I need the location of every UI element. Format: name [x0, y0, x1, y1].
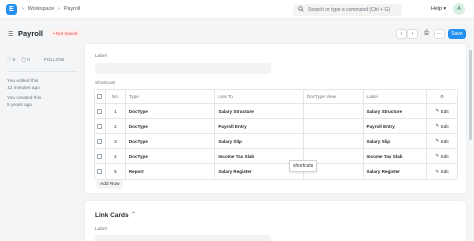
row-checkbox[interactable]: [97, 153, 103, 159]
table-row[interactable]: 3 DocType Salary Slip Salary Slip ✎ Edit: [95, 134, 457, 149]
more-icon: ···: [436, 31, 443, 37]
table-row[interactable]: 5 Report Salary Register Salary Register…: [95, 164, 457, 179]
settings-icon[interactable]: ⚙: [427, 90, 457, 103]
breadcrumb: › Workspace › Payroll: [22, 6, 80, 12]
like-button[interactable]: ♡ 0: [7, 58, 15, 63]
row-label[interactable]: Salary Register: [364, 164, 428, 179]
row-type[interactable]: Report: [126, 164, 216, 179]
chevron-up-icon[interactable]: ⌃: [131, 211, 136, 218]
row-link-to[interactable]: Payroll Entry: [215, 119, 304, 133]
edit-icon: ✎: [435, 108, 440, 113]
activity-edited: You edited this: [7, 79, 39, 84]
section-title: Link Cards: [95, 212, 129, 219]
search-input[interactable]: Search or type a command (Ctrl + G): [293, 4, 402, 16]
row-edit-button[interactable]: ✎ Edit: [427, 134, 457, 148]
comment-count[interactable]: ▢ 0: [21, 58, 30, 63]
search-icon: [298, 6, 304, 14]
sidebar-toggle-icon[interactable]: ☰: [8, 31, 13, 38]
label-input[interactable]: [95, 235, 271, 241]
app-logo[interactable]: E: [6, 4, 17, 15]
edit-icon: ✎: [435, 153, 440, 158]
row-number: 5: [106, 164, 126, 179]
row-checkbox[interactable]: [97, 108, 103, 114]
shortcuts-table: No. Type Link To DocType View Label ⚙ 1 …: [94, 89, 458, 180]
divider: [7, 71, 77, 72]
row-doctype-view[interactable]: [304, 134, 364, 148]
activity-edited-time: 12 minutes ago: [7, 86, 40, 91]
row-label[interactable]: Payroll Entry: [364, 119, 428, 133]
follow-button[interactable]: FOLLOW: [44, 58, 64, 63]
col-link-to: Link To: [215, 90, 304, 103]
row-type[interactable]: DocType: [126, 104, 216, 118]
row-doctype-view[interactable]: [304, 119, 364, 133]
select-all-checkbox[interactable]: [97, 94, 103, 99]
table-row[interactable]: 4 DocType Income Tax Slab Income Tax Sla…: [95, 149, 457, 164]
row-label[interactable]: Salary Structure: [364, 104, 428, 118]
breadcrumb-workspace[interactable]: Workspace: [28, 6, 54, 12]
chevron-right-icon: ›: [22, 6, 24, 12]
row-checkbox[interactable]: [97, 169, 103, 174]
add-row-button[interactable]: Add Row: [96, 180, 124, 189]
label-caption: Label: [95, 227, 107, 232]
table-row[interactable]: 1 DocType Salary Structure Salary Struct…: [95, 104, 457, 119]
row-doctype-view[interactable]: [304, 104, 364, 118]
row-checkbox[interactable]: [97, 138, 103, 144]
label-input[interactable]: [95, 63, 271, 74]
row-type[interactable]: DocType: [126, 119, 216, 133]
row-number: 2: [106, 119, 126, 133]
label-caption: Label: [95, 54, 107, 59]
col-type: Type: [126, 90, 216, 103]
next-button[interactable]: ›: [407, 29, 418, 39]
table-row[interactable]: 2 DocType Payroll Entry Payroll Entry ✎ …: [95, 119, 457, 134]
row-number: 4: [106, 149, 126, 163]
col-doctype-view: DocType View: [304, 90, 364, 103]
print-button[interactable]: ⎙: [421, 29, 432, 39]
edit-icon: ✎: [435, 123, 440, 128]
page-head: ☰ Payroll • Not Saved ‹ › ⎙ ··· Save: [0, 24, 474, 44]
activity-created: You created this: [7, 96, 42, 101]
page-title: Payroll: [18, 29, 44, 38]
help-dropdown[interactable]: Help ▾: [431, 6, 446, 12]
printer-icon: ⎙: [424, 30, 429, 36]
activity-created-time: 5 years ago: [7, 103, 33, 108]
edit-icon: ✎: [435, 138, 440, 143]
row-link-to[interactable]: Salary Slip: [215, 134, 304, 148]
edit-icon: ✎: [435, 168, 440, 174]
chevron-left-icon: ‹: [400, 31, 403, 37]
save-button[interactable]: Save: [448, 29, 466, 39]
tooltip: shortcuts: [289, 160, 318, 172]
scrollbar[interactable]: [469, 50, 472, 140]
chevron-right-icon: ›: [58, 6, 60, 12]
shortcuts-section: Label Shortcuts No. Type Link To DocType…: [84, 43, 467, 194]
more-menu-button[interactable]: ···: [434, 29, 445, 39]
row-edit-button[interactable]: ✎ Edit: [427, 119, 457, 133]
row-type[interactable]: DocType: [126, 134, 216, 148]
col-label: Label: [364, 90, 428, 103]
col-no: No.: [106, 90, 126, 103]
link-cards-section: Link Cards ⌃ Label: [84, 200, 467, 241]
status-badge: • Not Saved: [49, 29, 82, 38]
row-edit-button[interactable]: ✎ Edit: [427, 104, 457, 118]
row-link-to[interactable]: Salary Structure: [215, 104, 304, 118]
row-edit-button[interactable]: ✎ Edit: [427, 149, 457, 163]
row-label[interactable]: Income Tax Slab: [364, 149, 428, 163]
prev-button[interactable]: ‹: [396, 29, 407, 39]
breadcrumb-payroll[interactable]: Payroll: [64, 6, 80, 12]
table-header: No. Type Link To DocType View Label ⚙: [95, 90, 457, 104]
form-sidebar: ♡ 0 ▢ 0 FOLLOW You edited this 12 minute…: [7, 58, 77, 109]
row-checkbox[interactable]: [97, 123, 103, 129]
navbar: E › Workspace › Payroll Search or type a…: [0, 0, 474, 19]
search-placeholder: Search or type a command (Ctrl + G): [308, 7, 391, 13]
row-edit-button[interactable]: ✎ Edit: [427, 164, 457, 179]
avatar[interactable]: A: [453, 3, 465, 15]
row-type[interactable]: DocType: [126, 149, 216, 163]
row-number: 3: [106, 134, 126, 148]
row-number: 1: [106, 104, 126, 118]
row-label[interactable]: Salary Slip: [364, 134, 428, 148]
shortcuts-caption: Shortcuts: [95, 81, 116, 86]
chevron-right-icon: ›: [411, 31, 414, 37]
